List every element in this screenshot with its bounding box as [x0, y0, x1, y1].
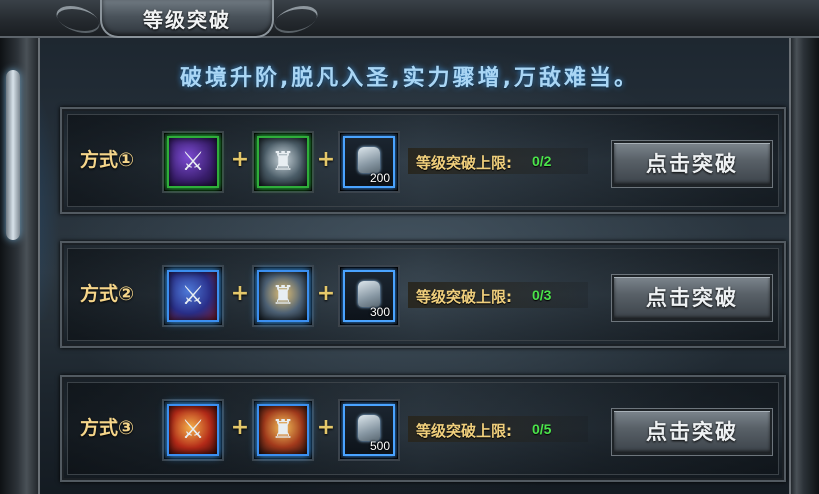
- item-slot-weapon[interactable]: ⚔: [162, 399, 224, 461]
- stone-count: 200: [369, 171, 390, 185]
- limit-label: 等级突破上限:: [416, 288, 512, 306]
- stone-icon: [358, 147, 380, 173]
- method-label: 方式③: [80, 417, 135, 439]
- item-slot-weapon[interactable]: ⚔: [162, 131, 224, 193]
- stone-count: 500: [369, 439, 390, 453]
- method-label: 方式②: [80, 283, 135, 305]
- slogan-text: 破境升阶,脱凡入圣,实力骤增,万敌难当。: [179, 66, 640, 91]
- sword-icon: ⚔: [167, 136, 219, 188]
- limit-label: 等级突破上限:: [416, 154, 512, 172]
- item-slot-stone[interactable]: 200: [338, 131, 400, 193]
- armor-icon: ♜: [257, 136, 309, 188]
- decorative-sword-icon: [6, 70, 20, 240]
- method-row-3: 方式③ ⚔ + ♜ + 500 等级突破上限: 0/5 点击突破: [60, 375, 786, 482]
- stone-icon-frame: 500: [343, 404, 395, 456]
- limit-box: 等级突破上限: 0/5: [408, 416, 588, 442]
- stone-icon: [358, 415, 380, 441]
- limit-value: 0/2: [532, 153, 552, 169]
- stone-icon: [358, 281, 380, 307]
- limit-label: 等级突破上限:: [416, 422, 512, 440]
- plus-sign: +: [230, 281, 250, 306]
- plus-sign: +: [316, 281, 336, 306]
- limit-value: 0/3: [532, 287, 552, 303]
- limit-box: 等级突破上限: 0/3: [408, 282, 588, 308]
- sword-icon: ⚔: [167, 270, 219, 322]
- plus-sign: +: [230, 147, 250, 172]
- item-slot-armor[interactable]: ♜: [252, 399, 314, 461]
- sword-icon: ⚔: [167, 404, 219, 456]
- breakthrough-button-2[interactable]: 点击突破: [612, 275, 772, 321]
- page-title: 等级突破: [143, 8, 231, 32]
- title-tab: 等级突破: [100, 0, 274, 38]
- item-slot-stone[interactable]: 500: [338, 399, 400, 461]
- stone-icon-frame: 300: [343, 270, 395, 322]
- breakthrough-button-1[interactable]: 点击突破: [612, 141, 772, 187]
- item-slot-stone[interactable]: 300: [338, 265, 400, 327]
- stone-count: 300: [369, 305, 390, 319]
- method-label: 方式①: [80, 149, 135, 171]
- item-slot-weapon[interactable]: ⚔: [162, 265, 224, 327]
- limit-value: 0/5: [532, 421, 552, 437]
- limit-box: 等级突破上限: 0/2: [408, 148, 588, 174]
- method-row-2: 方式② ⚔ + ♜ + 300 等级突破上限: 0/3 点击突破: [60, 241, 786, 348]
- armor-icon: ♜: [257, 270, 309, 322]
- stone-icon-frame: 200: [343, 136, 395, 188]
- plus-sign: +: [230, 415, 250, 440]
- method-row-1: 方式① ⚔ + ♜ + 200 等级突破上限: 0/2 点击突破: [60, 107, 786, 214]
- armor-icon: ♜: [257, 404, 309, 456]
- item-slot-armor[interactable]: ♜: [252, 131, 314, 193]
- breakthrough-button-3[interactable]: 点击突破: [612, 409, 772, 455]
- plus-sign: +: [316, 147, 336, 172]
- plus-sign: +: [316, 415, 336, 440]
- item-slot-armor[interactable]: ♜: [252, 265, 314, 327]
